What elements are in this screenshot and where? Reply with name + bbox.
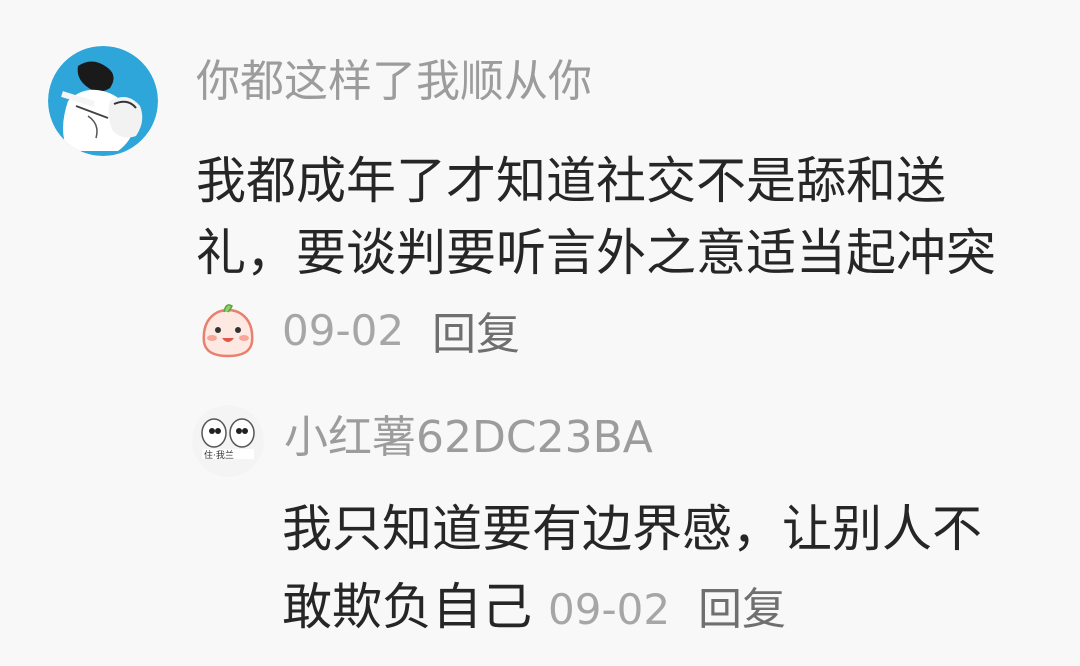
reply-comment-date: 09-02 (548, 585, 671, 634)
main-comment-date: 09-02 (282, 305, 405, 355)
reply-comment-body: 我只知道要有边界感，让别人不 敢欺负自己 09-02 回复 (282, 490, 1062, 649)
main-reply-button[interactable]: 回复 (432, 298, 520, 362)
svg-text:住·我兰: 住·我兰 (204, 449, 234, 461)
reply-comment-line: 敢欺负自己 (282, 578, 532, 636)
main-comment-body: 我都成年了才知道社交不是舔和送 礼，要谈判要听言外之意适当起冲突 (196, 145, 1056, 289)
comment-thread: 你都这样了我顺从你 我都成年了才知道社交不是舔和送 礼，要谈判要听言外之意适当起… (0, 0, 1080, 666)
anime-avatar-icon[interactable] (48, 46, 158, 156)
reply-username[interactable]: 小红薯62DC23BA (284, 408, 653, 468)
meme-avatar-icon[interactable]: 住·我兰 (192, 405, 264, 477)
reply-comment-line-last: 敢欺负自己 09-02 回复 (282, 568, 1062, 649)
main-comment-meta: 09-02 回复 (196, 292, 520, 368)
reply-comment-line: 我只知道要有边界感，让别人不 (282, 500, 982, 558)
main-username[interactable]: 你都这样了我顺从你 (196, 52, 592, 112)
main-comment-line: 我都成年了才知道社交不是舔和送 (196, 152, 946, 210)
cute-face-emoji-icon (196, 298, 260, 362)
main-comment-line: 礼，要谈判要听言外之意适当起冲突 (196, 224, 996, 282)
reply-comment-meta: 09-02 回复 (532, 571, 786, 649)
reply-reply-button[interactable]: 回复 (698, 571, 786, 649)
